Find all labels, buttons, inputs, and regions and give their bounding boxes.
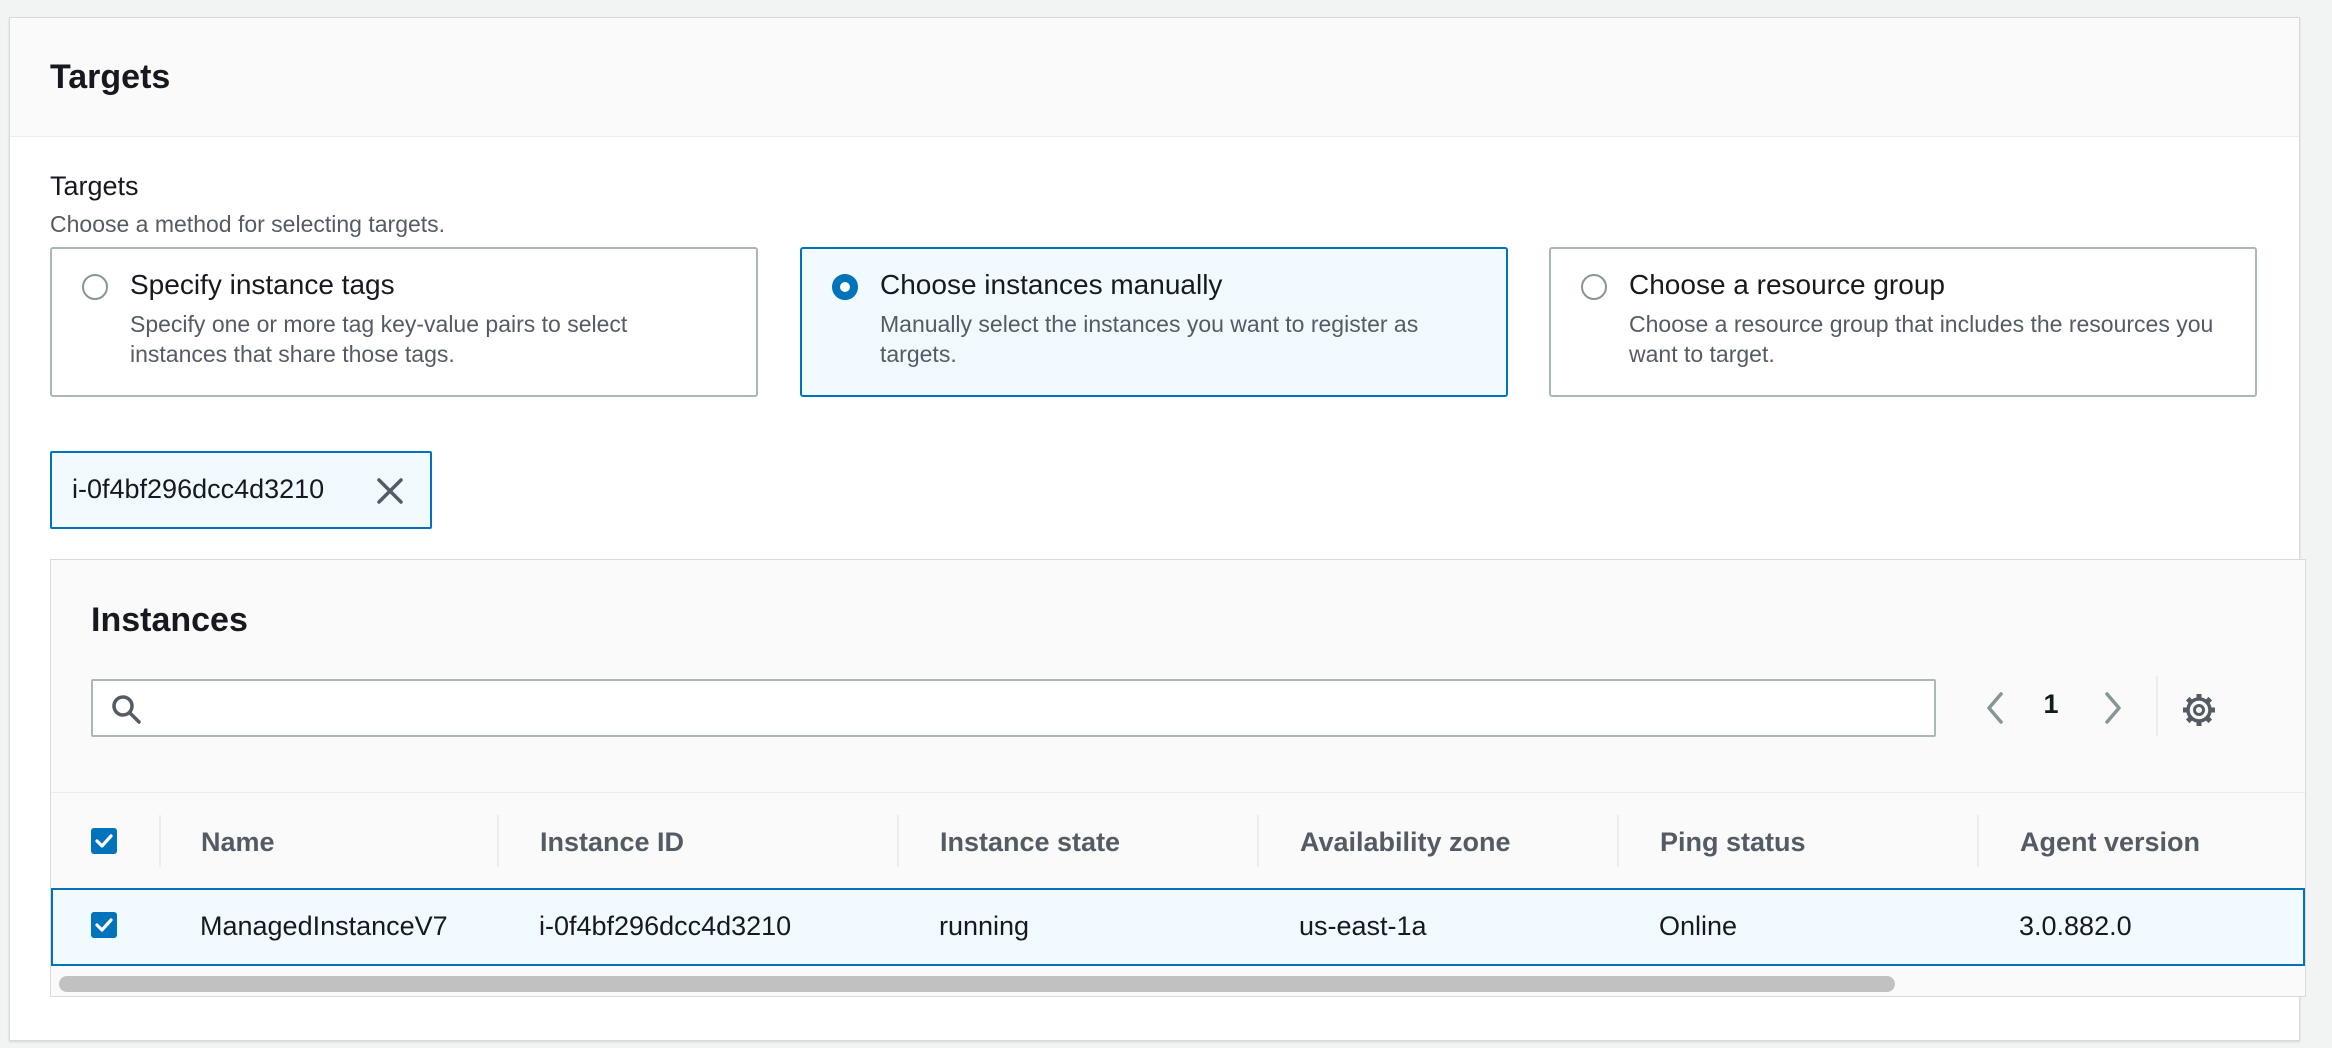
checkmark-icon	[95, 918, 113, 932]
column-divider[interactable]	[897, 815, 899, 867]
tile-title: Choose instances manually	[880, 269, 1223, 300]
divider	[2156, 676, 2158, 736]
column-header-instance-id[interactable]: Instance ID	[540, 827, 684, 858]
column-header-instance-state[interactable]: Instance state	[940, 827, 1120, 858]
search-input[interactable]	[153, 685, 1917, 733]
tile-choose-resource-group[interactable]: Choose a resource group Choose a resourc…	[1549, 247, 2257, 397]
column-divider[interactable]	[1977, 815, 1979, 867]
column-divider[interactable]	[497, 815, 499, 867]
column-divider[interactable]	[1257, 815, 1259, 867]
select-all-checkbox[interactable]	[91, 828, 117, 854]
targets-field-label: Targets	[50, 171, 139, 201]
tile-title: Choose a resource group	[1629, 269, 1945, 300]
chevron-right-icon[interactable]	[2099, 688, 2127, 728]
tile-description: Choose a resource group that includes th…	[1629, 311, 2214, 367]
tile-description: Specify one or more tag key-value pairs …	[130, 311, 628, 367]
panel-header: Targets	[10, 18, 2299, 137]
radio-specify-instance-tags[interactable]	[82, 274, 108, 300]
column-header-name[interactable]: Name	[201, 827, 275, 858]
column-divider[interactable]	[1617, 815, 1619, 867]
tile-specify-instance-tags[interactable]: Specify instance tags Specify one or mor…	[50, 247, 758, 397]
cell-name: ManagedInstanceV7	[200, 911, 448, 941]
pagination-current-page[interactable]: 1	[2036, 689, 2066, 720]
tile-choose-instances-manually[interactable]: Choose instances manually Manually selec…	[800, 247, 1508, 397]
tile-title: Specify instance tags	[130, 269, 395, 300]
checkmark-icon	[95, 834, 113, 848]
horizontal-scrollbar[interactable]	[51, 968, 2305, 996]
column-divider	[159, 815, 161, 867]
close-icon[interactable]	[374, 475, 406, 507]
search-icon	[111, 694, 141, 724]
scrollbar-thumb[interactable]	[59, 976, 1895, 992]
targets-panel: Targets Targets Choose a method for sele…	[9, 17, 2306, 1041]
column-header-agent-version[interactable]: Agent version	[2020, 827, 2200, 858]
gear-icon[interactable]	[2181, 692, 2217, 728]
cell-ping-status: Online	[1659, 911, 1738, 941]
selected-instance-token: i-0f4bf296dcc4d3210	[50, 451, 432, 529]
search-field[interactable]	[91, 679, 1936, 737]
panel-title: Targets	[50, 58, 171, 96]
cell-agent-version: 3.0.882.0	[2019, 911, 2132, 941]
radio-choose-instances-manually[interactable]	[832, 274, 858, 300]
instances-title: Instances	[91, 601, 248, 639]
tile-description: Manually select the instances you want t…	[880, 311, 1419, 367]
token-label: i-0f4bf296dcc4d3210	[72, 474, 325, 504]
cell-availability-zone: us-east-1a	[1299, 911, 1427, 941]
column-header-ping-status[interactable]: Ping status	[1660, 827, 1806, 858]
row-checkbox[interactable]	[91, 912, 117, 938]
instances-table-container: Instances 1 Name Instance ID Instance st…	[50, 559, 2306, 997]
column-header-availability-zone[interactable]: Availability zone	[1300, 827, 1511, 858]
table-row[interactable]: ManagedInstanceV7 i-0f4bf296dcc4d3210 ru…	[51, 888, 2305, 966]
targets-field-description: Choose a method for selecting targets.	[50, 211, 446, 237]
radio-choose-resource-group[interactable]	[1581, 274, 1607, 300]
table-header-row: Name Instance ID Instance state Availabi…	[51, 792, 2305, 891]
cell-instance-state: running	[939, 911, 1030, 941]
chevron-left-icon[interactable]	[1981, 688, 2009, 728]
cell-instance-id: i-0f4bf296dcc4d3210	[539, 911, 792, 941]
